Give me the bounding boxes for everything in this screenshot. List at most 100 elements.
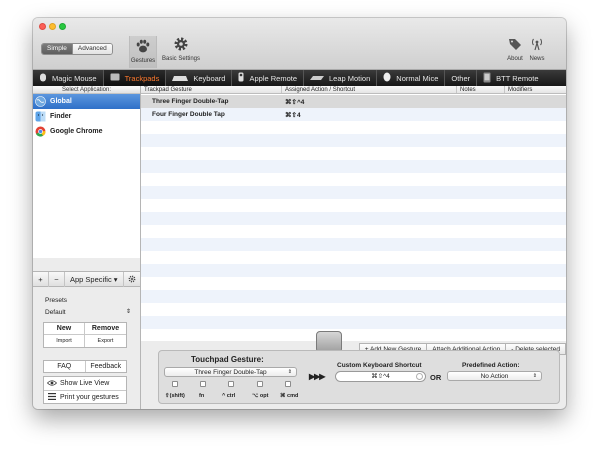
help-buttons: FAQ Feedback Show Live View Print your g… bbox=[43, 360, 127, 404]
app-specific-dropdown[interactable]: App Specific ▾ bbox=[65, 271, 124, 287]
sidebar: Select Application: Global Finder Google… bbox=[33, 86, 141, 409]
preset-select[interactable]: Default bbox=[45, 309, 131, 316]
presets-label: Presets bbox=[45, 297, 68, 304]
mouse-icon bbox=[39, 73, 47, 84]
print-gestures-button[interactable]: Print your gestures bbox=[44, 390, 126, 403]
gesture-select[interactable]: Three Finger Double-Tap ⇕ bbox=[164, 367, 297, 377]
remove-preset-button[interactable]: Remove bbox=[85, 323, 126, 335]
predefined-action-value: No Action bbox=[480, 373, 509, 380]
column-header-modifiers[interactable]: Modifiers bbox=[505, 86, 566, 93]
mode-simple-button[interactable]: Simple bbox=[42, 44, 72, 54]
app-item-label: Finder bbox=[50, 113, 72, 120]
opt-label: ⌥ opt bbox=[252, 393, 269, 399]
gesture-select-value: Three Finger Double-Tap bbox=[194, 369, 267, 376]
tab-magic-mouse[interactable]: Magic Mouse bbox=[33, 70, 104, 86]
tab-label: Normal Mice bbox=[396, 73, 439, 83]
tab-apple-remote[interactable]: Apple Remote bbox=[232, 70, 304, 86]
table-row[interactable]: Three Finger Double-Tap ⌘⇧^4 bbox=[141, 95, 566, 108]
remove-app-button[interactable]: − bbox=[49, 271, 65, 287]
extra-buttons: Show Live View Print your gestures bbox=[43, 376, 127, 404]
table-header: Trackpad Gesture Assigned Action / Short… bbox=[141, 86, 566, 94]
device-tabs: Magic Mouse Trackpads Keyboard Apple Rem… bbox=[33, 70, 566, 86]
tab-trackpads[interactable]: Trackpads bbox=[103, 70, 167, 86]
select-arrows-icon: ⇕ bbox=[126, 309, 132, 315]
zoom-window-button[interactable] bbox=[59, 23, 66, 30]
show-live-view-button[interactable]: Show Live View bbox=[44, 377, 126, 390]
app-item-label: Google Chrome bbox=[50, 128, 103, 135]
feedback-button[interactable]: Feedback bbox=[84, 361, 127, 372]
keyboard-icon bbox=[172, 74, 189, 83]
gear-icon bbox=[128, 275, 136, 282]
close-window-button[interactable] bbox=[39, 23, 46, 30]
news-toolbar-button[interactable]: News bbox=[527, 36, 547, 62]
gestures-label: Gestures bbox=[130, 58, 156, 64]
column-header-gesture[interactable]: Trackpad Gesture bbox=[141, 86, 282, 93]
tab-keyboard[interactable]: Keyboard bbox=[166, 70, 233, 86]
or-label: OR bbox=[430, 373, 442, 382]
select-application-header: Select Application: bbox=[33, 86, 140, 94]
column-header-action[interactable]: Assigned Action / Shortcut bbox=[282, 86, 457, 93]
column-header-notes[interactable]: Notes bbox=[457, 86, 505, 93]
add-app-button[interactable]: + bbox=[33, 271, 49, 287]
app-item-finder[interactable]: Finder bbox=[33, 109, 140, 124]
action-cell: ⌘⇧4 bbox=[285, 111, 301, 119]
tab-normal-mice[interactable]: Normal Mice bbox=[377, 70, 446, 86]
gesture-cell: Four Finger Double Tap bbox=[152, 111, 225, 118]
chrome-icon bbox=[35, 126, 46, 137]
shortcut-recorder-field[interactable]: ⌘⇧^4 bbox=[335, 371, 426, 382]
tab-leap-motion[interactable]: Leap Motion bbox=[304, 70, 378, 86]
predefined-action-select[interactable]: No Action ⇕ bbox=[447, 371, 542, 381]
gestures-toolbar-button[interactable]: Gestures bbox=[129, 36, 157, 68]
eye-icon bbox=[44, 377, 60, 390]
fn-label: fn bbox=[199, 393, 205, 399]
toolbar: Simple Advanced Gestures Basic Settings bbox=[33, 18, 566, 70]
app-settings-button[interactable] bbox=[124, 272, 140, 287]
about-toolbar-button[interactable]: About bbox=[505, 36, 525, 62]
select-arrows-icon: ⇕ bbox=[287, 369, 292, 375]
cmd-checkbox[interactable] bbox=[285, 381, 291, 387]
cmd-label: ⌘ cmd bbox=[280, 393, 299, 399]
preset-buttons: New Remove Import Export bbox=[43, 322, 127, 348]
antenna-icon bbox=[531, 38, 543, 51]
predefined-action-label: Predefined Action: bbox=[462, 362, 520, 369]
custom-shortcut-label: Custom Keyboard Shortcut bbox=[337, 362, 422, 369]
shift-checkbox[interactable] bbox=[172, 381, 178, 387]
trackpad-icon bbox=[110, 73, 120, 83]
tab-other[interactable]: Other bbox=[445, 70, 478, 86]
tab-label: BTT Remote bbox=[496, 73, 539, 83]
arrows-icon: ▶▶▶ bbox=[309, 372, 326, 381]
table-row[interactable]: Four Finger Double Tap ⌘⇧4 bbox=[141, 108, 566, 121]
tab-label: Magic Mouse bbox=[52, 73, 97, 83]
list-icon bbox=[44, 391, 60, 404]
phone-icon bbox=[483, 72, 491, 85]
leap-icon bbox=[310, 74, 324, 83]
app-item-google-chrome[interactable]: Google Chrome bbox=[33, 124, 140, 139]
minimize-window-button[interactable] bbox=[49, 23, 56, 30]
tag-icon bbox=[509, 39, 521, 50]
mode-advanced-button[interactable]: Advanced bbox=[71, 44, 112, 54]
gesture-editor: Touchpad Gesture: Three Finger Double-Ta… bbox=[158, 350, 560, 404]
tab-label: Apple Remote bbox=[249, 73, 297, 83]
news-label: News bbox=[529, 56, 545, 62]
clear-shortcut-icon[interactable] bbox=[416, 373, 423, 380]
shortcut-value: ⌘⇧^4 bbox=[371, 373, 390, 380]
app-list-toolbar: + − App Specific ▾ bbox=[33, 271, 140, 287]
basic-settings-label: Basic Settings bbox=[161, 56, 201, 62]
finder-icon bbox=[35, 111, 46, 122]
about-label: About bbox=[507, 56, 523, 62]
faq-button[interactable]: FAQ bbox=[44, 361, 85, 372]
ctrl-checkbox[interactable] bbox=[228, 381, 234, 387]
gesture-table: Trackpad Gesture Assigned Action / Short… bbox=[141, 86, 566, 341]
show-live-view-label: Show Live View bbox=[60, 380, 110, 387]
tab-btt-remote[interactable]: BTT Remote bbox=[477, 70, 544, 86]
shift-label: ⇧(shift) bbox=[165, 393, 185, 399]
import-preset-button[interactable]: Import bbox=[44, 335, 85, 347]
app-item-global[interactable]: Global bbox=[33, 94, 140, 109]
basic-settings-toolbar-button[interactable]: Basic Settings bbox=[161, 36, 201, 62]
opt-checkbox[interactable] bbox=[257, 381, 263, 387]
normal-mouse-icon bbox=[383, 72, 391, 84]
new-preset-button[interactable]: New bbox=[44, 323, 85, 335]
help-row: FAQ Feedback bbox=[43, 360, 127, 373]
fn-checkbox[interactable] bbox=[200, 381, 206, 387]
export-preset-button[interactable]: Export bbox=[85, 335, 126, 347]
